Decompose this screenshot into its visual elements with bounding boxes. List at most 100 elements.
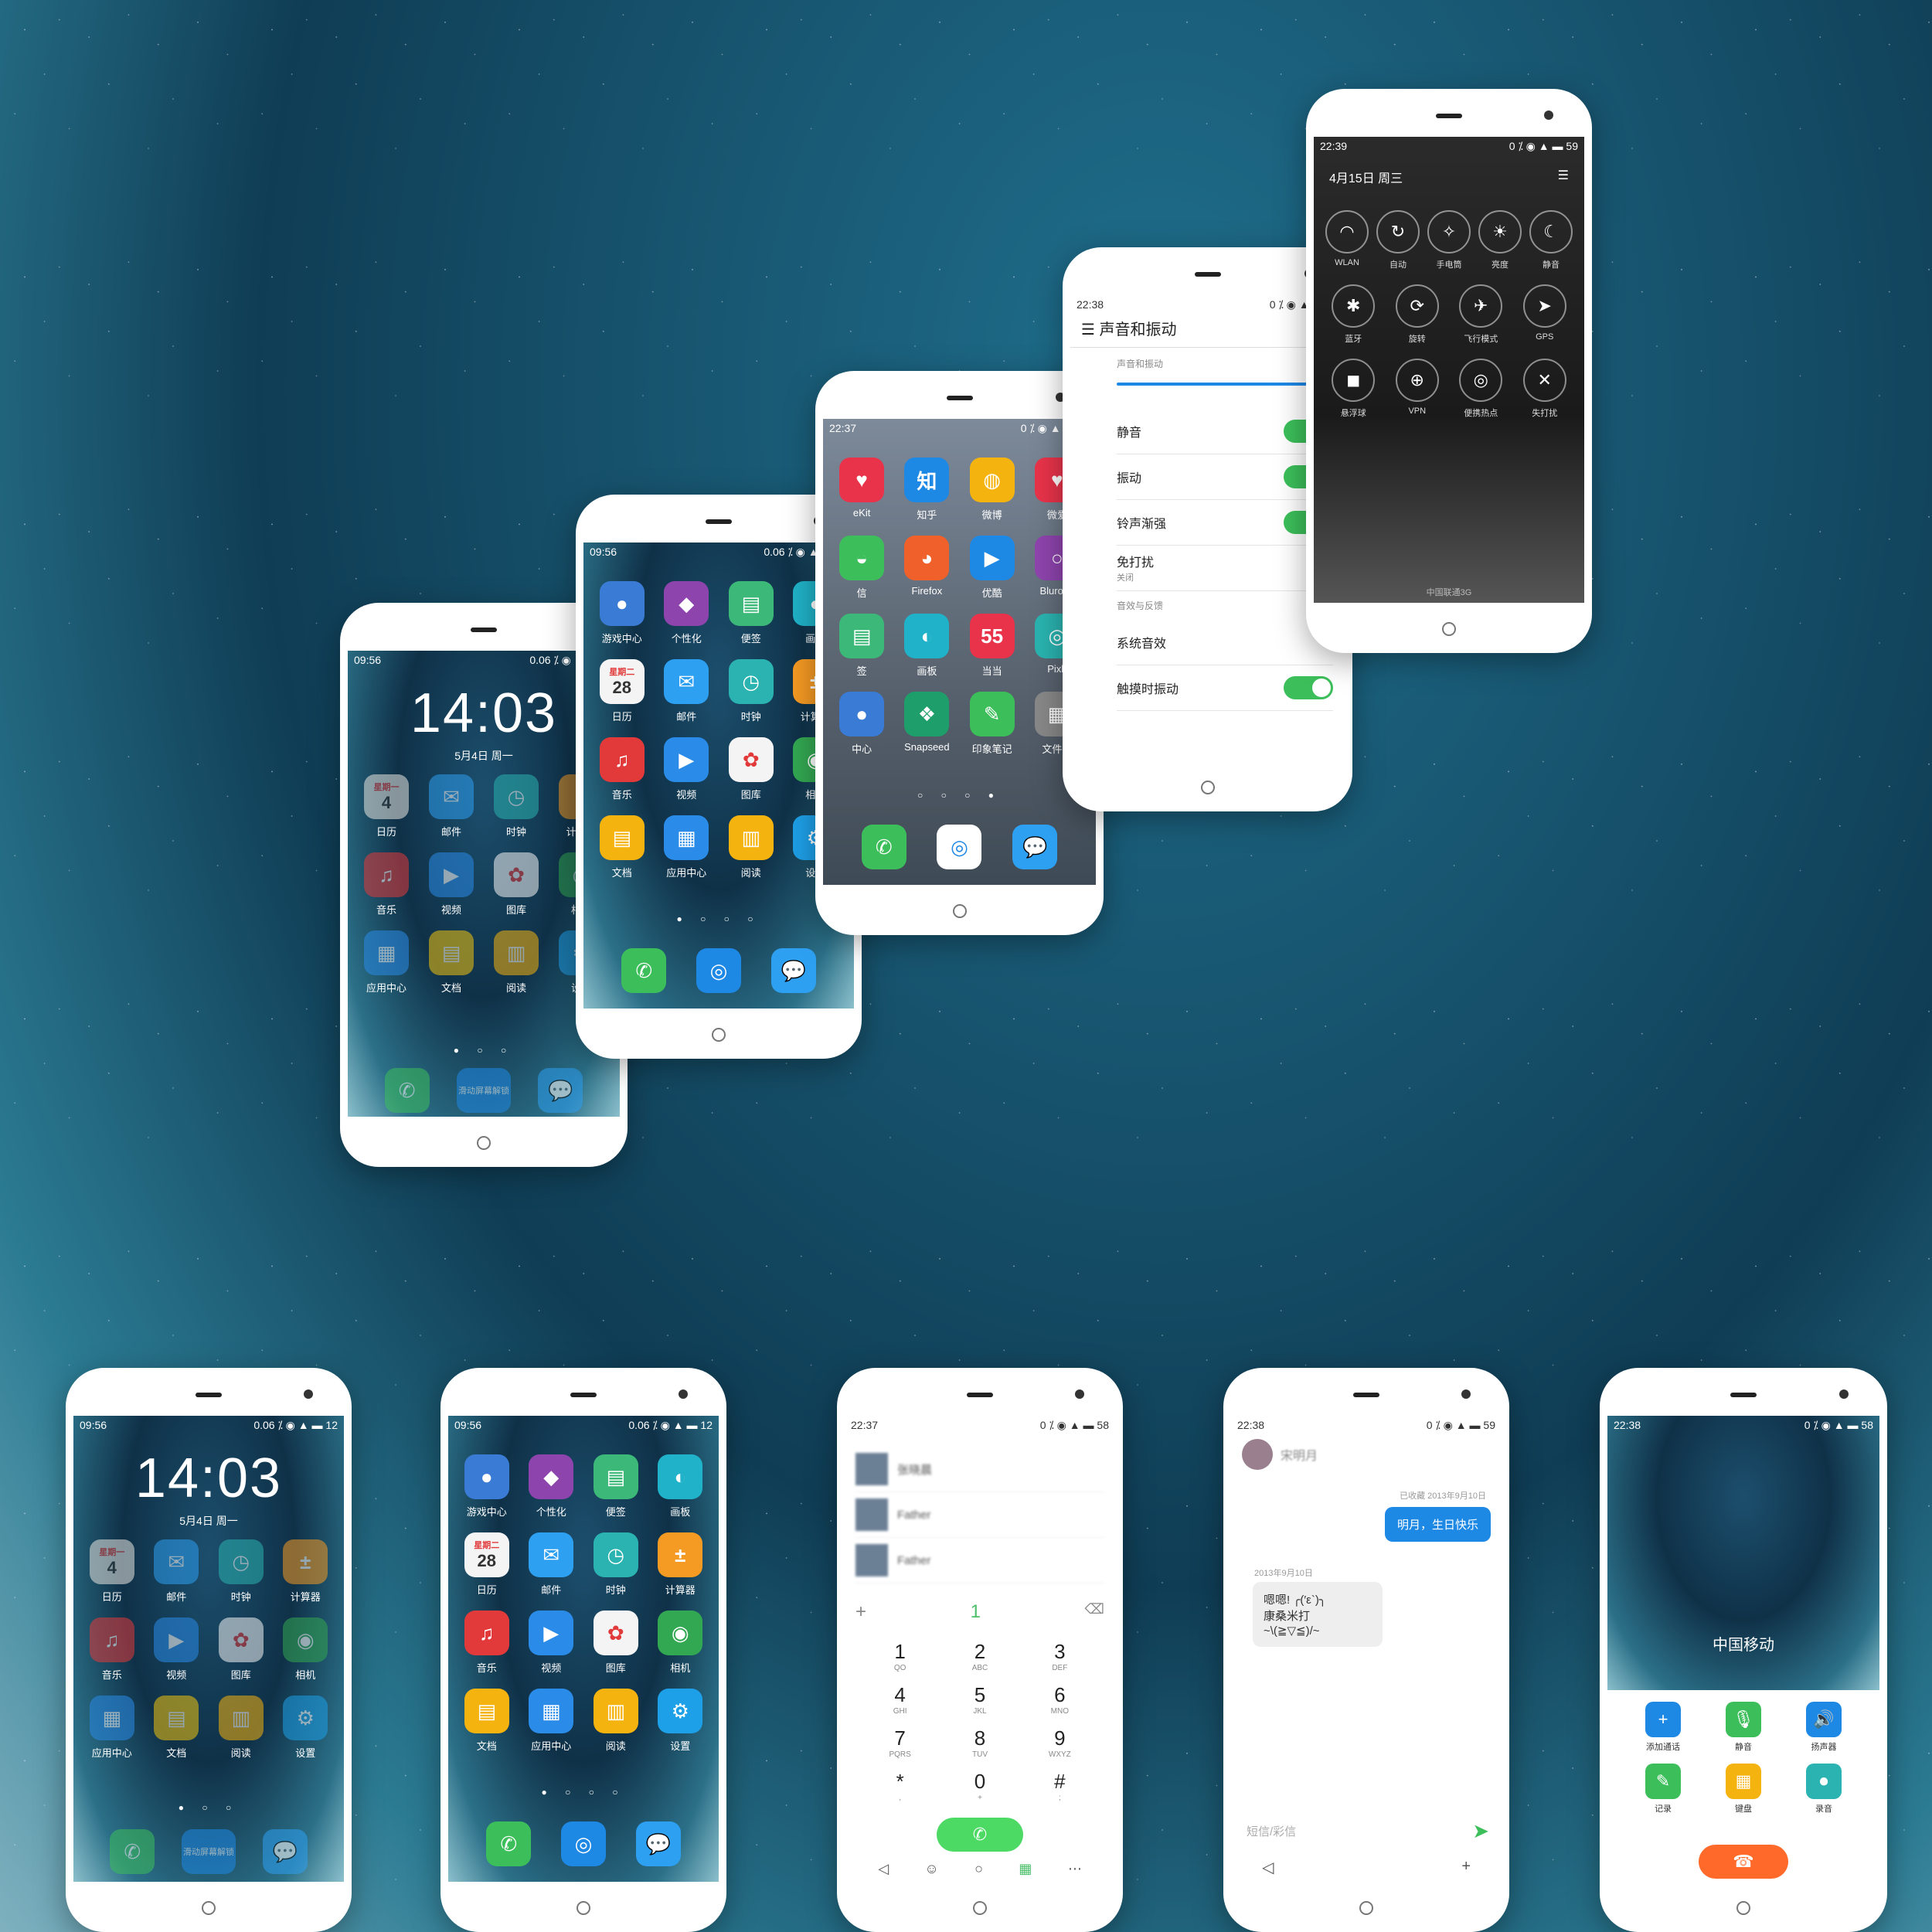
control-auto[interactable]: ↻ 自动 [1376,210,1420,270]
home-button[interactable] [952,904,967,918]
home-button[interactable] [1200,781,1215,794]
app-doc[interactable]: ▤ 文档 [145,1696,209,1760]
add-icon[interactable]: + [855,1601,866,1623]
key-9[interactable]: 9 WXYZ [1020,1726,1100,1759]
swipe-unlock[interactable]: 滑动屏幕解锁 [456,1068,511,1113]
app-game[interactable]: ● 游戏中心 [590,581,655,645]
app-doc[interactable]: ▤ 文档 [419,930,484,995]
control-airplane[interactable]: ✈ 飞行模式 [1459,284,1503,345]
app-notes[interactable]: ▤ 便签 [719,581,784,645]
message-icon[interactable]: 💬 [770,948,816,993]
control-vpn[interactable]: ⊕ VPN [1395,359,1439,419]
app-weibo[interactable]: ◍ 微博 [960,457,1025,522]
home-button[interactable] [202,1901,216,1915]
app-read[interactable]: ▥ 阅读 [484,930,549,995]
contact-row[interactable]: 张晓晨 [855,1447,1104,1492]
hangup-button[interactable]: ☎ [1699,1845,1788,1879]
app-zhihu[interactable]: 知知乎 [894,457,959,522]
contact-row[interactable]: Father [855,1538,1104,1583]
app-read[interactable]: ▥ 阅读 [583,1689,648,1753]
app-game[interactable]: ● 中心 [829,692,894,756]
app-notes[interactable]: ▤ 签 [829,614,894,678]
app-mail[interactable]: ✉ 邮件 [519,1532,584,1597]
sms-input[interactable]: 短信/彩信 [1247,1823,1296,1839]
row-ring-increase[interactable]: 铃声渐强 [1117,500,1333,546]
home-button[interactable] [1442,622,1456,636]
app-video[interactable]: ▶ 视频 [145,1617,209,1682]
app-mail[interactable]: ✉ 邮件 [655,659,719,723]
app-mail[interactable]: ✉ 邮件 [145,1539,209,1604]
app-camera[interactable]: ◉ 相机 [648,1611,713,1675]
key-6[interactable]: 6 MNO [1020,1683,1100,1716]
app-video[interactable]: ▶ 视频 [419,852,484,917]
key-7[interactable]: 7 PQRS [860,1726,940,1759]
control-float-ball[interactable]: ◼ 悬浮球 [1332,359,1376,419]
call-btn-record[interactable]: ✎ 记录 [1623,1764,1703,1815]
back-icon[interactable]: ◁ [878,1861,889,1877]
app-appstore[interactable]: ▦ 应用中心 [354,930,419,995]
back-icon[interactable]: ◁ [1262,1858,1274,1877]
app-gear[interactable]: ⚙ 设置 [648,1689,713,1753]
message-icon[interactable]: 💬 [1012,825,1058,869]
app-dangdang[interactable]: 55 当当 [960,614,1025,678]
phone-icon[interactable]: ✆ [621,948,667,993]
list-icon[interactable]: ☰ [1558,168,1569,186]
app-calculator[interactable]: ± 计算器 [648,1532,713,1597]
touch-toggle[interactable] [1284,676,1333,699]
add-icon[interactable]: + [1461,1858,1471,1877]
message-icon[interactable]: 💬 [635,1821,681,1866]
control-hotspot[interactable]: ◎ 便携热点 [1459,359,1503,419]
key-#[interactable]: #; [1020,1770,1100,1802]
app-appstore[interactable]: ▦ 应用中心 [655,815,719,879]
row-mute[interactable]: 静音 [1117,409,1333,454]
app-calculator[interactable]: ± 计算器 [274,1539,338,1604]
app-evernote[interactable]: ✎ 印象笔记 [960,692,1025,756]
key-*[interactable]: *, [860,1770,940,1802]
key-4[interactable]: 4 GHI [860,1683,940,1716]
key-2[interactable]: 2 ABC [940,1640,1019,1672]
app-gear[interactable]: ⚙ 设置 [274,1696,338,1760]
home-button[interactable] [577,1901,590,1915]
phone-icon[interactable]: ✆ [861,825,906,869]
app-read[interactable]: ▥ 阅读 [209,1696,274,1760]
app-doc[interactable]: ▤ 文档 [454,1689,519,1753]
control-moon[interactable]: ☾ 静音 [1529,210,1573,270]
backspace-icon[interactable]: ⌫ [1085,1601,1104,1623]
control-dnd[interactable]: ✕ 失打扰 [1522,359,1566,419]
app-theme[interactable]: ◆ 个性化 [655,581,719,645]
app-calendar[interactable]: 星期二 28 日历 [590,659,655,723]
app-palette[interactable]: ◐ 画板 [894,614,959,678]
home-button[interactable] [973,1901,987,1915]
app-appstore[interactable]: ▦ 应用中心 [519,1689,584,1753]
row-dnd[interactable]: 免打扰关闭› [1117,546,1333,591]
app-calendar[interactable]: 星期二 28 日历 [454,1532,519,1597]
app-clock[interactable]: ◷ 时钟 [583,1532,648,1597]
control-bluetooth[interactable]: ✱ 蓝牙 [1332,284,1376,345]
more-icon[interactable]: ⋯ [1068,1861,1082,1877]
contact-row[interactable]: Father [855,1492,1104,1538]
app-heart-pulse[interactable]: ♥ eKit [829,457,894,522]
search-icon[interactable]: ○ [975,1861,983,1877]
app-music[interactable]: ♫ 音乐 [454,1611,519,1675]
home-button[interactable] [1359,1901,1373,1915]
app-calendar[interactable]: 星期一 4 日历 [80,1539,145,1604]
app-gallery[interactable]: ✿ 图库 [583,1611,648,1675]
row-vibrate[interactable]: 振动 [1117,454,1333,500]
app-camera[interactable]: ◉ 相机 [274,1617,338,1682]
app-palette[interactable]: ◐ 画板 [648,1454,713,1519]
call-btn-speaker[interactable]: 🔊 扬声器 [1784,1702,1864,1753]
home-button[interactable] [477,1136,491,1150]
call-btn-keypad[interactable]: ▦ 键盘 [1703,1764,1784,1815]
call-button[interactable]: ✆ [937,1818,1023,1852]
app-video[interactable]: ▶ 视频 [519,1611,584,1675]
app-doc[interactable]: ▤ 文档 [590,815,655,879]
control-brightness[interactable]: ☀ 亮度 [1478,210,1522,270]
app-gallery[interactable]: ✿ 图库 [484,852,549,917]
app-wechat[interactable]: ◒ 信 [829,536,894,600]
app-snapseed[interactable]: ❖ Snapseed [894,692,959,756]
browser-icon[interactable]: ◎ [937,825,982,869]
app-gallery[interactable]: ✿ 图库 [209,1617,274,1682]
app-music[interactable]: ♫ 音乐 [80,1617,145,1682]
control-flashlight[interactable]: ✧ 手电筒 [1427,210,1471,270]
app-music[interactable]: ♫ 音乐 [590,737,655,801]
